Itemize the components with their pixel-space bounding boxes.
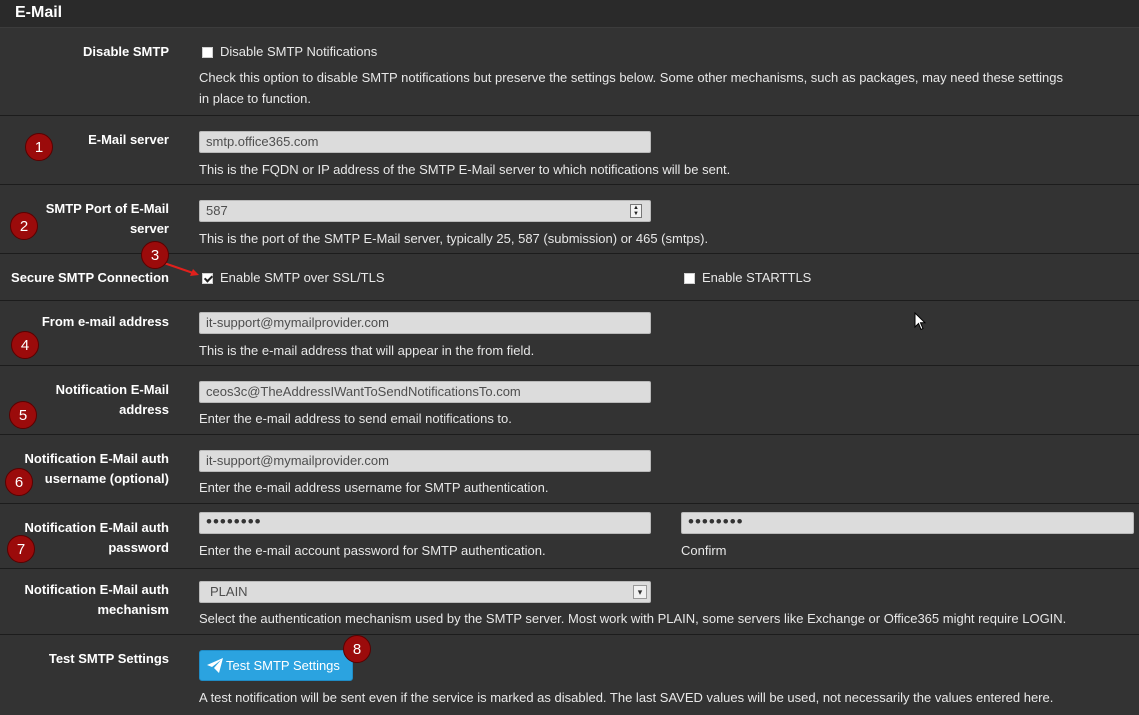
annotation-badge-1: 1 [25,133,53,161]
email-server-help: This is the FQDN or IP address of the SM… [199,162,731,177]
auth-mechanism-label-line1: Notification E-Mail auth [24,582,169,597]
auth-password-label-line2: password [108,540,169,555]
row-auth-mechanism: Notification E-Mail auth mechanism PLAIN… [0,569,1139,635]
smtp-port-label-line2: server [129,221,169,236]
smtp-port-help: This is the port of the SMTP E-Mail serv… [199,231,709,246]
disable-smtp-checkbox[interactable] [202,47,213,58]
email-server-input[interactable]: smtp.office365.com [199,131,651,153]
auth-mechanism-help: Select the authentication mechanism used… [199,611,1067,626]
disable-smtp-checkbox-label[interactable]: Disable SMTP Notifications [220,43,377,61]
row-smtp-port: SMTP Port of E-Mail server 587 ▲ ▼ This i… [0,185,1139,254]
disable-smtp-label: Disable SMTP [83,44,169,59]
ssl-tls-checkbox-label[interactable]: Enable SMTP over SSL/TLS [220,269,385,287]
auth-password-help: Enter the e-mail account password for SM… [199,543,546,558]
row-auth-password: Notification E-Mail auth password ••••••… [0,504,1139,569]
notification-address-label-line2: address [119,402,169,417]
auth-username-label-line1: Notification E-Mail auth [24,451,169,466]
section-title: E-Mail [15,4,63,21]
from-address-input[interactable]: it-support@mymailprovider.com [199,312,651,334]
annotation-badge-3: 3 [141,241,169,269]
notification-address-input[interactable]: ceos3c@TheAddressIWantToSendNotification… [199,381,651,403]
auth-username-input[interactable]: it-support@mymailprovider.com [199,450,651,472]
chevron-down-icon[interactable]: ▾ [633,585,647,599]
auth-password-label-line1: Notification E-Mail auth [24,520,169,535]
email-server-label: E-Mail server [88,132,169,147]
annotation-badge-6: 6 [5,468,33,496]
starttls-checkbox-label[interactable]: Enable STARTTLS [702,269,811,287]
smtp-port-label-line1: SMTP Port of E-Mail [45,201,169,216]
password-confirm-input[interactable]: •••••••• [681,512,1134,534]
row-email-server: E-Mail server smtp.office365.com This is… [0,116,1139,185]
annotation-badge-4: 4 [11,331,39,359]
auth-mechanism-label-line2: mechanism [97,602,169,617]
panel-title: E-Mail [0,0,1139,28]
annotation-badge-7: 7 [7,535,35,563]
row-notification-address: Notification E-Mail address ceos3c@TheAd… [0,366,1139,435]
test-smtp-button-label: Test SMTP Settings [226,658,340,673]
smtp-port-input[interactable]: 587 ▲ ▼ [199,200,651,222]
paper-plane-icon [207,658,223,673]
row-auth-username: Notification E-Mail auth username (optio… [0,435,1139,504]
annotation-badge-2: 2 [10,212,38,240]
from-address-help: This is the e-mail address that will app… [199,343,535,358]
mouse-cursor-icon [914,312,926,331]
row-test-smtp: Test SMTP Settings A test notification w… [0,635,1139,715]
row-from-address: From e-mail address it-support@mymailpro… [0,301,1139,366]
password-input[interactable]: •••••••• [199,512,651,534]
disable-smtp-help-line2: in place to function. [199,91,312,106]
auth-mechanism-selected: PLAIN [210,584,248,599]
secure-smtp-label: Secure SMTP Connection [11,270,169,285]
notification-address-label-line1: Notification E-Mail [55,382,169,397]
test-smtp-help: A test notification will be sent even if… [199,690,1054,705]
annotation-badge-8: 8 [343,635,371,663]
starttls-checkbox[interactable] [684,273,695,284]
annotation-badge-5: 5 [9,401,37,429]
smtp-port-value: 587 [206,203,228,218]
notification-address-help: Enter the e-mail address to send email n… [199,411,512,426]
confirm-label: Confirm [681,543,727,558]
auth-username-help: Enter the e-mail address username for SM… [199,480,549,495]
test-smtp-label: Test SMTP Settings [48,651,169,666]
row-disable-smtp: Disable SMTP Disable SMTP Notifications … [0,28,1139,116]
from-address-label: From e-mail address [41,314,169,329]
disable-smtp-help-line1: Check this option to disable SMTP notifi… [199,70,1063,85]
auth-username-label-line2: username (optional) [44,471,169,486]
auth-mechanism-select[interactable]: PLAIN ▾ [199,581,651,603]
port-stepper-icon[interactable]: ▲ ▼ [630,204,642,218]
test-smtp-button[interactable]: Test SMTP Settings [199,650,353,681]
